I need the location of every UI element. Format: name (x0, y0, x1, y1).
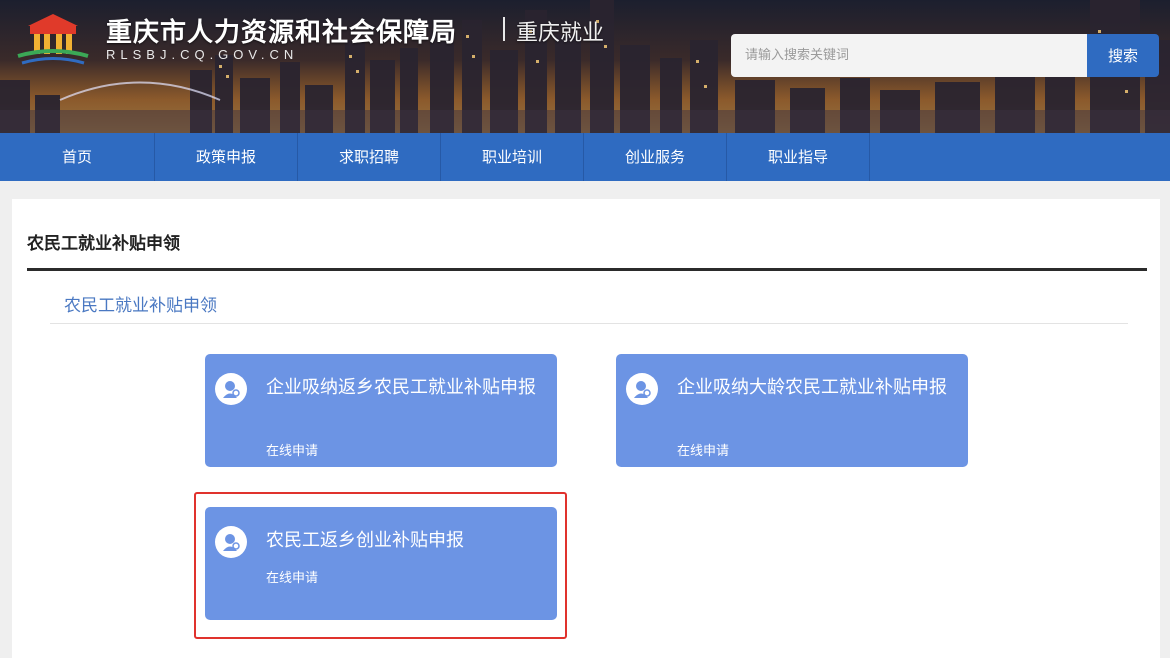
main-nav: 首页 政策申报 求职招聘 职业培训 创业服务 职业指导 (0, 133, 1170, 181)
card-older-worker-employment-subsidy[interactable]: 企业吸纳大龄农民工就业补贴申报 在线申请 (616, 354, 968, 467)
apply-online-link[interactable]: 在线申请 (677, 440, 729, 459)
nav-item-career-guidance[interactable]: 职业指导 (727, 133, 870, 181)
applicant-icon (626, 373, 658, 405)
card-title: 企业吸纳大龄农民工就业补贴申报 (677, 377, 947, 398)
sub-divider (50, 323, 1128, 324)
site-subtitle: 重庆就业 (516, 21, 605, 46)
section-title: 农民工就业补贴申领 (27, 234, 180, 254)
nav-item-job-recruitment[interactable]: 求职招聘 (298, 133, 441, 181)
site-domain: RLSBJ.CQ.GOV.CN (106, 47, 299, 62)
card-title: 企业吸纳返乡农民工就业补贴申报 (266, 377, 536, 398)
header-banner: 重庆市人力资源和社会保障局 重庆就业 RLSBJ.CQ.GOV.CN 搜索 (0, 0, 1170, 133)
title-divider (503, 17, 505, 41)
search-button[interactable]: 搜索 (1087, 34, 1159, 77)
section-divider (27, 268, 1147, 271)
bureau-logo (17, 14, 89, 65)
site-title: 重庆市人力资源和社会保障局 (106, 18, 458, 48)
nav-item-home[interactable]: 首页 (0, 133, 155, 181)
content-panel: 农民工就业补贴申领 农民工就业补贴申领 企业吸纳返乡农民工就业补贴申报 在线申请… (12, 199, 1160, 658)
applicant-icon (215, 526, 247, 558)
search-input[interactable] (731, 34, 1087, 77)
card-returning-worker-employment-subsidy[interactable]: 企业吸纳返乡农民工就业补贴申报 在线申请 (205, 354, 557, 467)
card-returning-worker-startup-subsidy[interactable]: 农民工返乡创业补贴申报 在线申请 (205, 507, 557, 620)
nav-item-policy-application[interactable]: 政策申报 (155, 133, 298, 181)
nav-item-vocational-training[interactable]: 职业培训 (441, 133, 584, 181)
apply-online-link[interactable]: 在线申请 (266, 567, 318, 586)
nav-item-entrepreneurship-services[interactable]: 创业服务 (584, 133, 727, 181)
sub-category-link[interactable]: 农民工就业补贴申领 (64, 291, 217, 316)
card-title: 农民工返乡创业补贴申报 (266, 530, 464, 551)
apply-online-link[interactable]: 在线申请 (266, 440, 318, 459)
applicant-icon (215, 373, 247, 405)
